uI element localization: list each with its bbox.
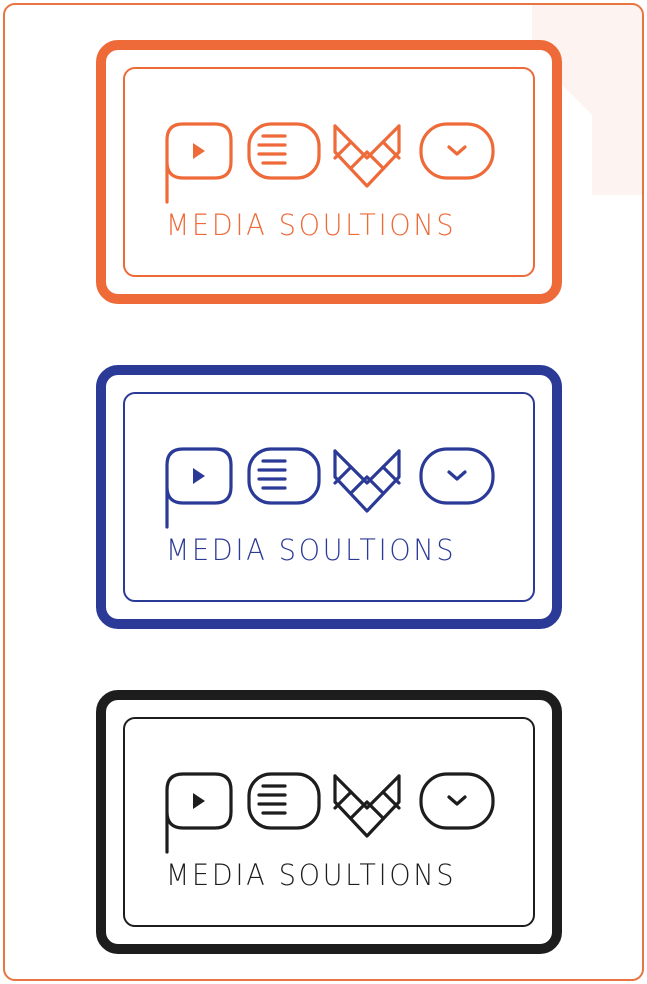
letter-e-lines-icon — [247, 772, 321, 830]
logo-card-black: MEDIA SOULTIONS — [96, 690, 562, 954]
pevo-logo-mark — [165, 122, 495, 204]
pevo-logo-mark — [165, 772, 495, 854]
letter-p-play-icon — [165, 772, 233, 854]
chevron-shield-icon — [333, 774, 401, 838]
logo-card-blue: MEDIA SOULTIONS — [96, 365, 562, 629]
logo-tagline: MEDIA SOULTIONS — [166, 858, 457, 892]
logo-tagline: MEDIA SOULTIONS — [166, 208, 457, 242]
artboard-frame: MEDIA SOULTIONS MEDIA SOULTIONS MEDIA SO… — [3, 3, 644, 981]
letter-o-chevron-down-icon — [419, 122, 495, 180]
letter-e-lines-icon — [247, 447, 321, 505]
chevron-shield-icon — [333, 124, 401, 188]
play-icon — [193, 793, 205, 809]
letter-e-lines-icon — [247, 122, 321, 180]
chevron-shield-icon — [333, 449, 401, 513]
letter-o-chevron-down-icon — [419, 772, 495, 830]
pevo-logo-mark — [165, 447, 495, 529]
play-icon — [193, 143, 205, 159]
play-icon — [193, 468, 205, 484]
logo-card-orange: MEDIA SOULTIONS — [96, 40, 562, 304]
letter-p-play-icon — [165, 122, 233, 204]
letter-o-chevron-down-icon — [419, 447, 495, 505]
letter-p-play-icon — [165, 447, 233, 529]
logo-tagline: MEDIA SOULTIONS — [166, 533, 457, 567]
